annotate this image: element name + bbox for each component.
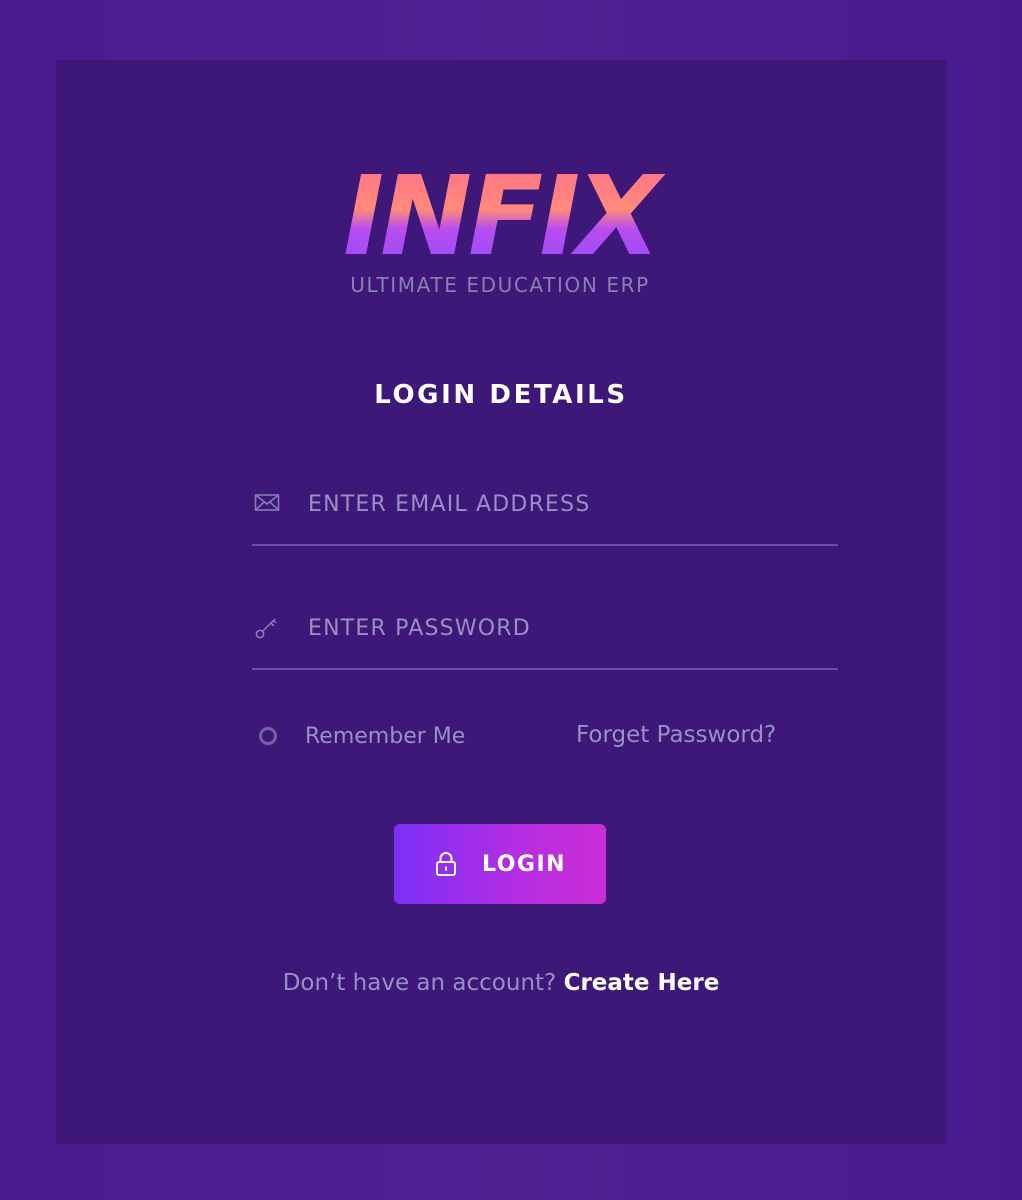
signup-prompt-row: Don’t have an account? Create Here bbox=[56, 970, 946, 996]
login-button-label: LOGIN bbox=[481, 851, 567, 877]
create-account-link[interactable]: Create Here bbox=[564, 970, 720, 996]
forgot-password-link[interactable]: Forget Password? bbox=[576, 722, 776, 748]
signup-prompt: Don’t have an account? bbox=[282, 970, 564, 996]
remember-me-radio[interactable] bbox=[256, 724, 280, 748]
remember-me-label: Remember Me bbox=[305, 723, 466, 749]
login-button[interactable]: LOGIN bbox=[394, 824, 606, 904]
email-field bbox=[252, 484, 838, 546]
email-input[interactable] bbox=[308, 486, 828, 522]
login-title: LOGIN DETAILS bbox=[374, 380, 628, 410]
infix-logo: INFIX ULTIMATE EDUCATION ERP bbox=[330, 158, 670, 303]
password-field bbox=[252, 608, 838, 670]
key-icon bbox=[255, 618, 277, 639]
remember-me-toggle[interactable]: Remember Me bbox=[256, 720, 465, 752]
logo-tagline: ULTIMATE EDUCATION ERP bbox=[350, 273, 650, 297]
envelope-icon bbox=[254, 494, 280, 511]
password-input[interactable] bbox=[308, 610, 828, 646]
lock-icon bbox=[435, 852, 456, 876]
radio-circle-icon bbox=[259, 727, 277, 745]
login-card: INFIX ULTIMATE EDUCATION ERP LOGIN DETAI… bbox=[56, 60, 946, 1144]
infix-logo-mark: INFIX bbox=[343, 158, 670, 268]
logo-wordmark: INFIX bbox=[343, 158, 666, 268]
